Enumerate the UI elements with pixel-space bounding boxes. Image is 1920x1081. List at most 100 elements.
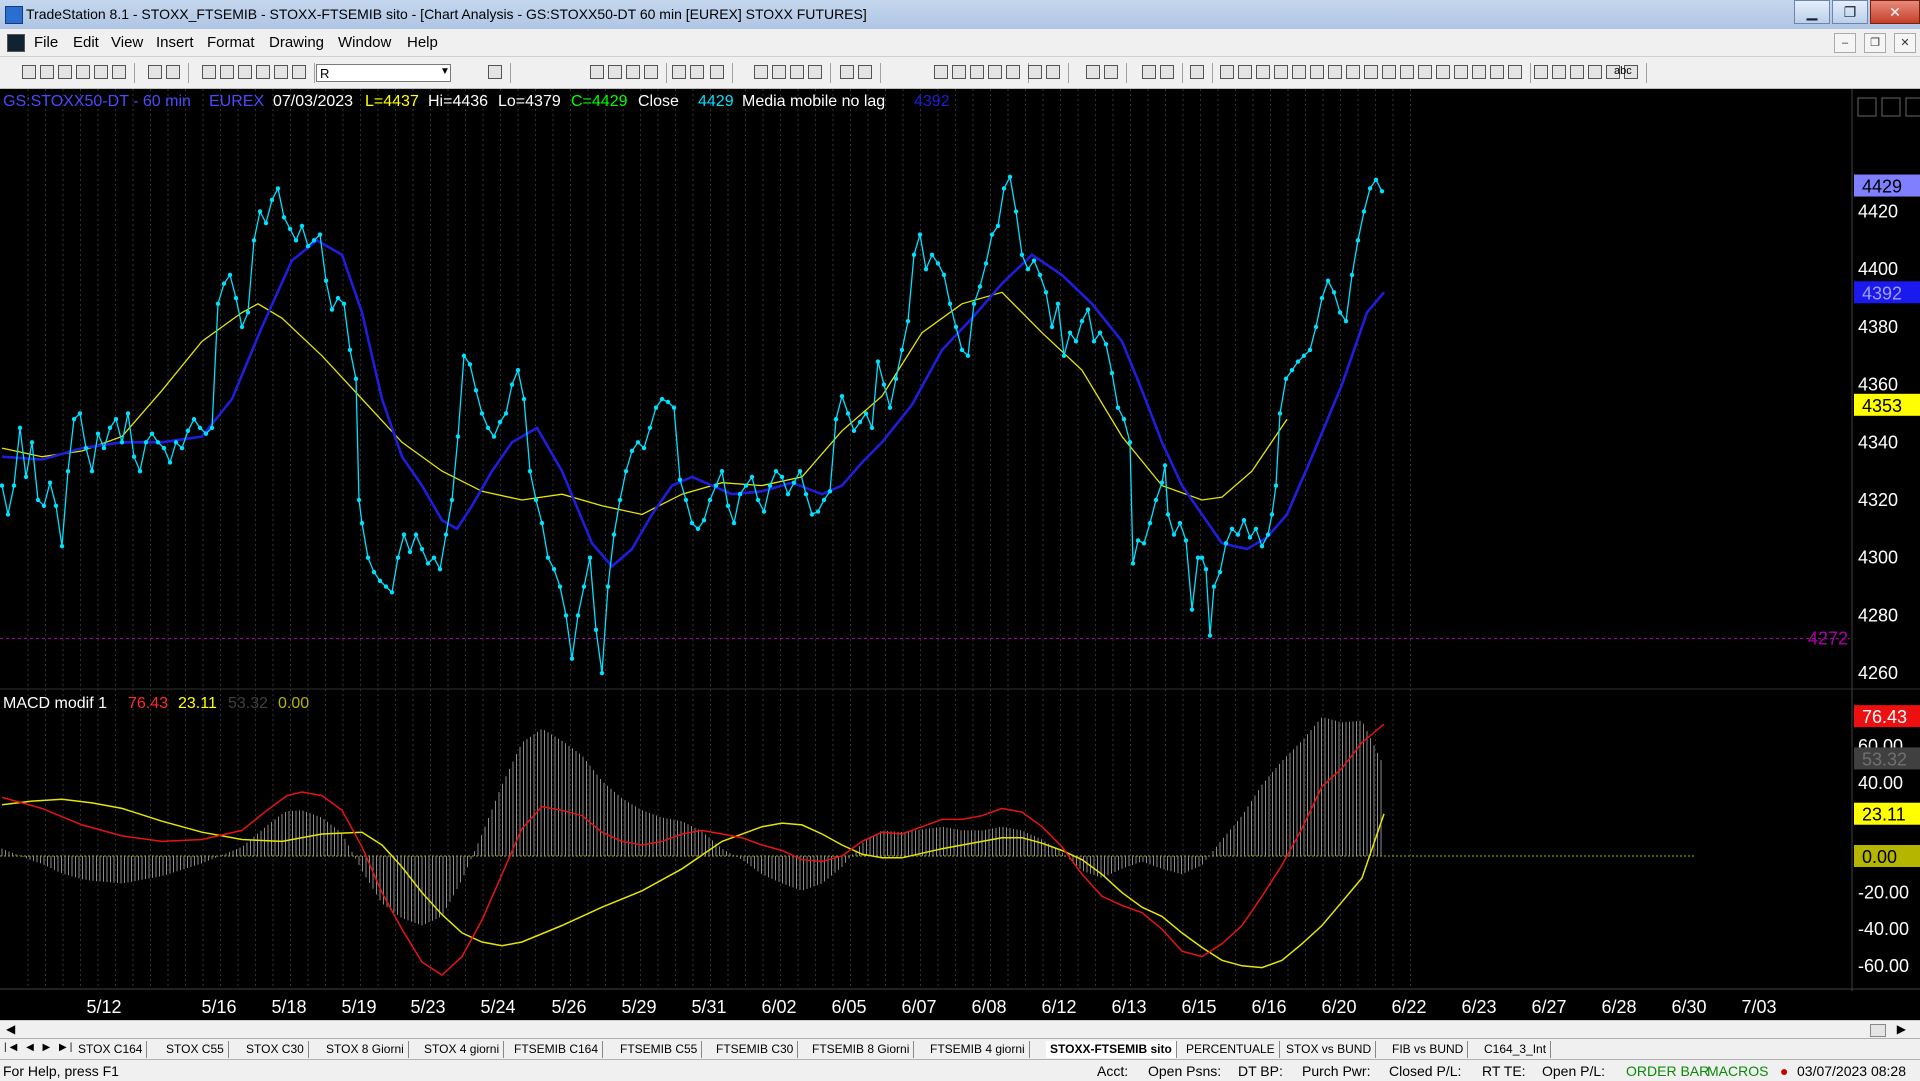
- pane-restore-icon[interactable]: [1881, 97, 1901, 117]
- toolbar-tool-icon[interactable]: [808, 65, 822, 79]
- toolbar-tool-icon[interactable]: [672, 65, 686, 79]
- tab-stox-vs-bund[interactable]: STOX vs BUND: [1282, 1041, 1377, 1058]
- tab-stoxx-ftsemib-sito[interactable]: STOXX-FTSEMIB sito: [1046, 1041, 1177, 1058]
- menu-drawing[interactable]: Drawing: [269, 34, 324, 51]
- tab-fib-vs-bund[interactable]: FIB vs BUND: [1388, 1041, 1469, 1058]
- toolbar-tool-icon[interactable]: [40, 65, 54, 79]
- chart-area[interactable]: 4260 4280 4300 4320 4340 4360 4380 4400 4420 4272…: [0, 89, 1920, 1020]
- toolbar-tool-icon[interactable]: [644, 65, 658, 79]
- toolbar-tool-icon[interactable]: [1006, 65, 1020, 79]
- menu-edit[interactable]: Edit: [73, 34, 99, 51]
- toolbar-tool-icon[interactable]: [1400, 65, 1414, 79]
- toolbar-tool-icon[interactable]: [1292, 65, 1306, 79]
- toolbar-tool-icon[interactable]: [1382, 65, 1396, 79]
- toolbar-tool-icon[interactable]: [690, 65, 704, 79]
- tab-ftsemib-4-giorni[interactable]: FTSEMIB 4 giorni: [926, 1041, 1030, 1058]
- toolbar-tool-icon[interactable]: [1046, 65, 1060, 79]
- tab-stox-8-giorni[interactable]: STOX 8 Giorni: [322, 1041, 409, 1058]
- mdi-restore-button[interactable]: ❐: [1864, 33, 1886, 53]
- toolbar-tool-icon[interactable]: [488, 65, 502, 79]
- toolbar-tool-icon[interactable]: [220, 65, 234, 79]
- toolbar-tool-icon[interactable]: [1490, 65, 1504, 79]
- toolbar-tool-icon[interactable]: [1552, 65, 1566, 79]
- pane-minimize-icon[interactable]: [1857, 97, 1877, 117]
- chart-window-icon[interactable]: [7, 34, 25, 52]
- toolbar-tool-icon[interactable]: [292, 65, 306, 79]
- restore-button[interactable]: ❐: [1832, 0, 1868, 24]
- toolbar-tool-icon[interactable]: [1508, 65, 1522, 79]
- tab-nav-icons[interactable]: |◀ ◀ ▶ ▶|: [4, 1042, 75, 1053]
- mdi-minimize-button[interactable]: –: [1834, 33, 1856, 53]
- menu-format[interactable]: Format: [207, 34, 255, 51]
- toolbar-tool-icon[interactable]: [1142, 65, 1156, 79]
- horizontal-scrollbar[interactable]: ◀ ▶: [0, 1020, 1920, 1039]
- toolbar-tool-icon[interactable]: [256, 65, 270, 79]
- toolbar-tool-icon[interactable]: [1454, 65, 1468, 79]
- toolbar-tool-icon[interactable]: [238, 65, 252, 79]
- toolbar-tool-icon[interactable]: [1086, 65, 1100, 79]
- toolbar-tool-icon[interactable]: [1310, 65, 1324, 79]
- toolbar-tool-icon[interactable]: [1588, 65, 1602, 79]
- toolbar-tool-icon[interactable]: [626, 65, 640, 79]
- toolbar-tool-icon[interactable]: [76, 65, 90, 79]
- tab-stox-c55[interactable]: STOX C55: [162, 1041, 229, 1058]
- toolbar-tool-icon[interactable]: [754, 65, 768, 79]
- toolbar-tool-icon[interactable]: [1028, 65, 1042, 79]
- toolbar-tool-icon[interactable]: [166, 65, 180, 79]
- menu-window[interactable]: Window: [338, 34, 391, 51]
- pane-close-icon[interactable]: [1905, 97, 1920, 117]
- tab-ftsemib-8-giorni[interactable]: FTSEMIB 8 Giorni: [808, 1041, 915, 1058]
- toolbar-tool-icon[interactable]: [790, 65, 804, 79]
- toolbar-tool-icon[interactable]: [1274, 65, 1288, 79]
- macros-button[interactable]: MACROS: [1707, 1063, 1768, 1079]
- toolbar-tool-icon[interactable]: [112, 65, 126, 79]
- toolbar-tool-icon[interactable]: [148, 65, 162, 79]
- toolbar-tool-icon[interactable]: [58, 65, 72, 79]
- toolbar-tool-icon[interactable]: [1570, 65, 1584, 79]
- toolbar-tool-icon[interactable]: [1220, 65, 1234, 79]
- toolbar-tool-icon[interactable]: [1346, 65, 1360, 79]
- scroll-left-icon[interactable]: ◀: [6, 1022, 15, 1036]
- toolbar-tool-icon[interactable]: [1534, 65, 1548, 79]
- toolbar-tool-icon[interactable]: [1238, 65, 1252, 79]
- toolbar-tool-icon[interactable]: [608, 65, 622, 79]
- toolbar-tool-icon[interactable]: [22, 65, 36, 79]
- toolbar-tool-icon[interactable]: [94, 65, 108, 79]
- tab-c164-3-int[interactable]: C164_3_Int: [1480, 1041, 1552, 1058]
- tab-stox-4-giorni[interactable]: STOX 4 giorni: [420, 1041, 505, 1058]
- toolbar-tool-icon[interactable]: [1256, 65, 1270, 79]
- toolbar-tool-icon[interactable]: [970, 65, 984, 79]
- tab-ftsemib-c55[interactable]: FTSEMIB C55: [616, 1041, 703, 1058]
- toolbar-tool-icon[interactable]: [1328, 65, 1342, 79]
- tab-ftsemib-c164[interactable]: FTSEMIB C164: [510, 1041, 604, 1058]
- menu-file[interactable]: File: [34, 34, 58, 51]
- toolbar-tool-icon[interactable]: [1364, 65, 1378, 79]
- tab-stox-c164[interactable]: STOX C164: [74, 1041, 148, 1058]
- toolbar-tool-icon[interactable]: [1104, 65, 1118, 79]
- minimize-button[interactable]: ▁: [1794, 0, 1830, 24]
- close-button[interactable]: ✕: [1870, 0, 1920, 24]
- tab-ftsemib-c30[interactable]: FTSEMIB C30: [712, 1041, 799, 1058]
- toolbar-tool-icon[interactable]: [772, 65, 786, 79]
- toolbar-tool-icon[interactable]: [1436, 65, 1450, 79]
- menu-help[interactable]: Help: [407, 34, 438, 51]
- toolbar-tool-icon[interactable]: [934, 65, 948, 79]
- toolbar-tool-icon[interactable]: [202, 65, 216, 79]
- symbol-input[interactable]: R: [316, 64, 451, 82]
- toolbar-tool-icon[interactable]: [988, 65, 1002, 79]
- toolbar-tool-icon[interactable]: [840, 65, 854, 79]
- toolbar-tool-icon[interactable]: [1160, 65, 1174, 79]
- scroll-right-icon[interactable]: ▶: [1897, 1022, 1906, 1036]
- menu-insert[interactable]: Insert: [156, 34, 194, 51]
- tab-stox-c30[interactable]: STOX C30: [242, 1041, 309, 1058]
- toolbar-tool-icon[interactable]: [952, 65, 966, 79]
- symbol-dropdown-icon[interactable]: ▼: [440, 66, 450, 77]
- toolbar-tool-icon[interactable]: [274, 65, 288, 79]
- text-tool-icon[interactable]: abc: [1614, 65, 1632, 77]
- tab-percentuale[interactable]: PERCENTUALE: [1182, 1041, 1280, 1058]
- toolbar-tool-icon[interactable]: [1418, 65, 1432, 79]
- menu-view[interactable]: View: [111, 34, 143, 51]
- toolbar-tool-icon[interactable]: [1190, 65, 1204, 79]
- toolbar-tool-icon[interactable]: [590, 65, 604, 79]
- toolbar-tool-icon[interactable]: [710, 65, 724, 79]
